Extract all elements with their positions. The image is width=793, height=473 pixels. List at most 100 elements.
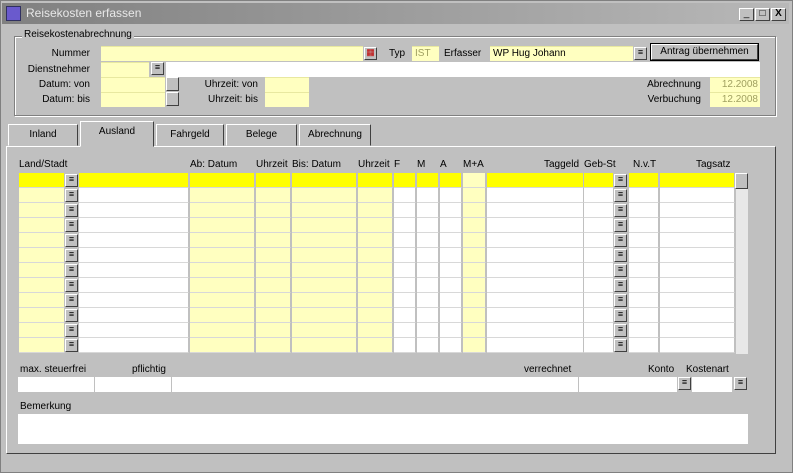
list-icon[interactable]: ≡ <box>614 294 627 307</box>
table-cell[interactable] <box>79 323 189 338</box>
table-cell[interactable] <box>79 248 189 263</box>
list-icon[interactable]: ≡ <box>65 219 78 232</box>
table-cell[interactable] <box>660 263 735 278</box>
table-cell[interactable] <box>256 323 291 338</box>
table-cell[interactable] <box>19 248 65 263</box>
table-cell[interactable] <box>417 308 439 323</box>
table-cell[interactable] <box>256 308 291 323</box>
table-cell[interactable] <box>463 293 486 308</box>
table-cell[interactable] <box>394 203 416 218</box>
list-icon[interactable]: ≡ <box>65 204 78 217</box>
table-cell[interactable] <box>190 293 255 308</box>
table-cell[interactable] <box>417 233 439 248</box>
antrag-uebernehmen-button[interactable]: Antrag übernehmen <box>651 44 758 60</box>
list-icon[interactable]: ≡ <box>65 189 78 202</box>
table-cell[interactable] <box>440 173 462 188</box>
table-cell[interactable] <box>487 308 584 323</box>
table-cell[interactable] <box>487 233 584 248</box>
table-cell[interactable] <box>394 233 416 248</box>
table-cell[interactable] <box>19 233 65 248</box>
table-cell[interactable] <box>629 173 659 188</box>
table-cell[interactable] <box>292 293 357 308</box>
list-icon[interactable]: ≡ <box>65 294 78 307</box>
tab-belege[interactable]: Belege <box>226 124 297 146</box>
erfasser-list-icon[interactable]: ≡ <box>634 47 647 60</box>
table-cell[interactable] <box>190 203 255 218</box>
table-cell[interactable] <box>629 248 659 263</box>
table-cell[interactable] <box>417 173 439 188</box>
table-cell[interactable] <box>584 218 614 233</box>
table-cell[interactable] <box>19 188 65 203</box>
typ-field[interactable]: IST <box>412 46 439 61</box>
table-cell[interactable] <box>358 338 393 353</box>
table-cell[interactable] <box>584 233 614 248</box>
list-icon[interactable]: ≡ <box>614 279 627 292</box>
table-cell[interactable] <box>440 293 462 308</box>
table-cell[interactable] <box>79 293 189 308</box>
table-cell[interactable] <box>660 338 735 353</box>
table-cell[interactable] <box>440 323 462 338</box>
table-cell[interactable] <box>487 173 584 188</box>
table-cell[interactable] <box>190 263 255 278</box>
table-cell[interactable] <box>358 293 393 308</box>
list-icon[interactable]: ≡ <box>614 189 627 202</box>
konto-field[interactable] <box>579 377 677 392</box>
table-cell[interactable] <box>584 263 614 278</box>
table-cell[interactable] <box>358 308 393 323</box>
table-cell[interactable] <box>292 278 357 293</box>
table-cell[interactable] <box>629 338 659 353</box>
table-cell[interactable] <box>79 308 189 323</box>
table-cell[interactable] <box>440 308 462 323</box>
table-cell[interactable] <box>190 338 255 353</box>
list-icon[interactable]: ≡ <box>65 309 78 322</box>
table-cell[interactable] <box>463 323 486 338</box>
table-cell[interactable] <box>19 278 65 293</box>
table-cell[interactable] <box>358 173 393 188</box>
table-cell[interactable] <box>190 218 255 233</box>
table-cell[interactable] <box>463 188 486 203</box>
table-cell[interactable] <box>190 248 255 263</box>
table-cell[interactable] <box>629 308 659 323</box>
table-cell[interactable] <box>79 218 189 233</box>
table-cell[interactable] <box>463 308 486 323</box>
table-cell[interactable] <box>440 203 462 218</box>
pflichtig-field[interactable] <box>95 377 171 392</box>
table-cell[interactable] <box>190 323 255 338</box>
table-cell[interactable] <box>660 323 735 338</box>
list-icon[interactable]: ≡ <box>614 249 627 262</box>
bemerkung-field[interactable] <box>18 414 748 444</box>
table-cell[interactable] <box>358 278 393 293</box>
table-cell[interactable] <box>256 338 291 353</box>
list-icon[interactable]: ≡ <box>614 324 627 337</box>
table-cell[interactable] <box>440 248 462 263</box>
tab-inland[interactable]: Inland <box>8 124 78 146</box>
maximize-button[interactable]: □ <box>755 8 770 21</box>
table-cell[interactable] <box>19 263 65 278</box>
table-cell[interactable] <box>19 218 65 233</box>
table-cell[interactable] <box>394 263 416 278</box>
tab-fahrgeld[interactable]: Fahrgeld <box>156 124 224 146</box>
tab-ausland[interactable]: Ausland <box>80 121 154 147</box>
list-icon[interactable]: ≡ <box>614 339 627 352</box>
table-cell[interactable] <box>394 218 416 233</box>
table-cell[interactable] <box>487 203 584 218</box>
list-icon[interactable]: ≡ <box>65 174 78 187</box>
table-cell[interactable] <box>256 233 291 248</box>
datum-von-field[interactable] <box>101 77 165 92</box>
datum-von-button[interactable] <box>166 77 179 91</box>
table-cell[interactable] <box>660 233 735 248</box>
table-cell[interactable] <box>487 323 584 338</box>
table-cell[interactable] <box>417 338 439 353</box>
table-cell[interactable] <box>79 188 189 203</box>
nummer-field[interactable] <box>101 46 363 61</box>
table-cell[interactable] <box>358 323 393 338</box>
list-icon[interactable]: ≡ <box>614 234 627 247</box>
list-icon[interactable]: ≡ <box>65 234 78 247</box>
table-cell[interactable] <box>487 263 584 278</box>
table-cell[interactable] <box>190 278 255 293</box>
table-cell[interactable] <box>292 263 357 278</box>
table-cell[interactable] <box>463 248 486 263</box>
list-icon[interactable]: ≡ <box>614 204 627 217</box>
table-cell[interactable] <box>660 218 735 233</box>
table-cell[interactable] <box>660 278 735 293</box>
